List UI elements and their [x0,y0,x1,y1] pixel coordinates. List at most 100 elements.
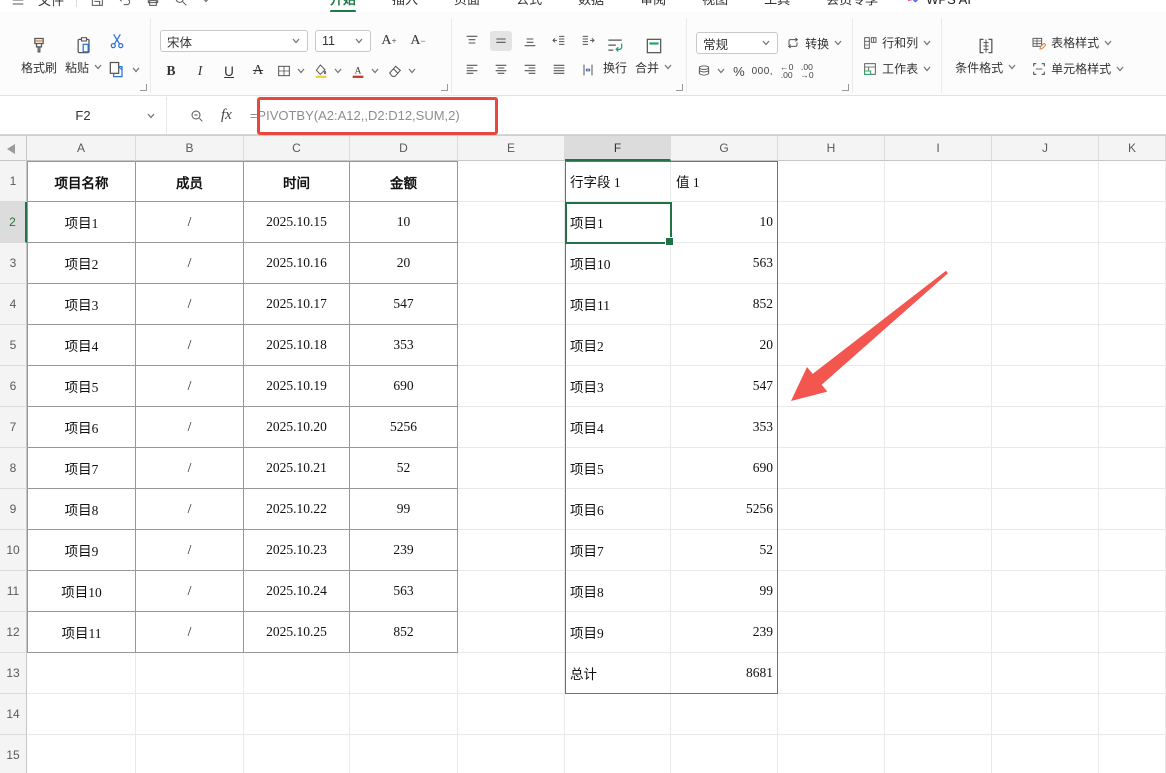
cell-E12[interactable] [458,612,565,653]
decrease-indent-button[interactable] [548,31,570,51]
cell-I12[interactable] [885,612,992,653]
cell-G1[interactable]: 值 1 [671,161,778,202]
cell-A15[interactable] [27,735,136,773]
cell-K12[interactable] [1099,612,1166,653]
cell-K8[interactable] [1099,448,1166,489]
row-header-8[interactable]: 8 [0,448,27,489]
cell-C5[interactable]: 2025.10.18 [244,325,350,366]
cell-I13[interactable] [885,653,992,694]
cell-C1[interactable]: 时间 [244,161,350,202]
cell-E8[interactable] [458,448,565,489]
cell-K6[interactable] [1099,366,1166,407]
cell-J7[interactable] [992,407,1099,448]
cell-E9[interactable] [458,489,565,530]
shrink-font-button[interactable]: A− [407,31,429,51]
cell-I2[interactable] [885,202,992,243]
row-header-12[interactable]: 12 [0,612,27,653]
cell-I14[interactable] [885,694,992,735]
cell-K3[interactable] [1099,243,1166,284]
cell-D5[interactable]: 353 [350,325,458,366]
cell-C4[interactable]: 2025.10.17 [244,284,350,325]
cell-H6[interactable] [778,366,885,407]
cell-E13[interactable] [458,653,565,694]
cell-F7[interactable]: 项目4 [565,407,671,448]
cell-D13[interactable] [350,653,458,694]
cell-F15[interactable] [565,735,671,773]
select-all-corner[interactable] [0,136,27,161]
undo-icon[interactable] [117,0,133,8]
cell-G10[interactable]: 52 [671,530,778,571]
cell-E7[interactable] [458,407,565,448]
cell-D12[interactable]: 852 [350,612,458,653]
cell-F9[interactable]: 项目6 [565,489,671,530]
cell-C10[interactable]: 2025.10.23 [244,530,350,571]
formula-input[interactable]: =PIVOTBY(A2:A12,,D2:D12,SUM,2) [250,108,460,123]
row-header-14[interactable]: 14 [0,694,27,735]
cell-H2[interactable] [778,202,885,243]
cell-D8[interactable]: 52 [350,448,458,489]
align-right-button[interactable] [519,60,541,80]
cell-B15[interactable] [136,735,244,773]
cell-H10[interactable] [778,530,885,571]
copy-button[interactable] [107,60,141,80]
cell-I6[interactable] [885,366,992,407]
cell-E4[interactable] [458,284,565,325]
cell-C11[interactable]: 2025.10.24 [244,571,350,612]
wrap-text-button[interactable]: 换行 [599,36,631,76]
cell-J1[interactable] [992,161,1099,202]
cell-A10[interactable]: 项目9 [27,530,136,571]
col-header-D[interactable]: D [350,136,458,161]
cell-J9[interactable] [992,489,1099,530]
cell-J11[interactable] [992,571,1099,612]
save-icon[interactable] [89,0,105,8]
cell-F14[interactable] [565,694,671,735]
cell-G7[interactable]: 353 [671,407,778,448]
cell-B4[interactable]: / [136,284,244,325]
cell-J2[interactable] [992,202,1099,243]
cell-J14[interactable] [992,694,1099,735]
cell-G5[interactable]: 20 [671,325,778,366]
cell-K5[interactable] [1099,325,1166,366]
cell-H13[interactable] [778,653,885,694]
cell-D11[interactable]: 563 [350,571,458,612]
cell-B10[interactable]: / [136,530,244,571]
cell-K13[interactable] [1099,653,1166,694]
cell-I4[interactable] [885,284,992,325]
cell-G12[interactable]: 239 [671,612,778,653]
cell-I8[interactable] [885,448,992,489]
cell-D2[interactable]: 10 [350,202,458,243]
tab-1[interactable]: 开始 [329,0,357,12]
cell-K15[interactable] [1099,735,1166,773]
text-orientation-button[interactable] [577,60,599,80]
row-header-10[interactable]: 10 [0,530,27,571]
cell-I15[interactable] [885,735,992,773]
row-header-9[interactable]: 9 [0,489,27,530]
cell-F1[interactable]: 行字段 1 [565,161,671,202]
cell-H9[interactable] [778,489,885,530]
cell-F8[interactable]: 项目5 [565,448,671,489]
cell-D7[interactable]: 5256 [350,407,458,448]
cell-A11[interactable]: 项目10 [27,571,136,612]
italic-button[interactable]: I [189,61,211,81]
cell-I10[interactable] [885,530,992,571]
convert-button[interactable]: 转换 [785,35,843,52]
strikethrough-button[interactable]: A [247,61,269,81]
cell-D1[interactable]: 金额 [350,161,458,202]
cell-A3[interactable]: 项目2 [27,243,136,284]
cell-B13[interactable] [136,653,244,694]
row-header-2[interactable]: 2 [0,202,27,243]
cell-F12[interactable]: 项目9 [565,612,671,653]
name-box[interactable]: F2 [0,97,167,134]
row-header-6[interactable]: 6 [0,366,27,407]
font-size-select[interactable]: 11 [315,30,371,52]
cell-C8[interactable]: 2025.10.21 [244,448,350,489]
cell-A4[interactable]: 项目3 [27,284,136,325]
cell-B7[interactable]: / [136,407,244,448]
cell-A8[interactable]: 项目7 [27,448,136,489]
find-icon[interactable] [173,0,189,8]
row-header-1[interactable]: 1 [0,161,27,202]
cell-E2[interactable] [458,202,565,243]
cell-G3[interactable]: 563 [671,243,778,284]
cell-B5[interactable]: / [136,325,244,366]
cell-style-button[interactable]: 单元格样式 [1031,60,1125,77]
